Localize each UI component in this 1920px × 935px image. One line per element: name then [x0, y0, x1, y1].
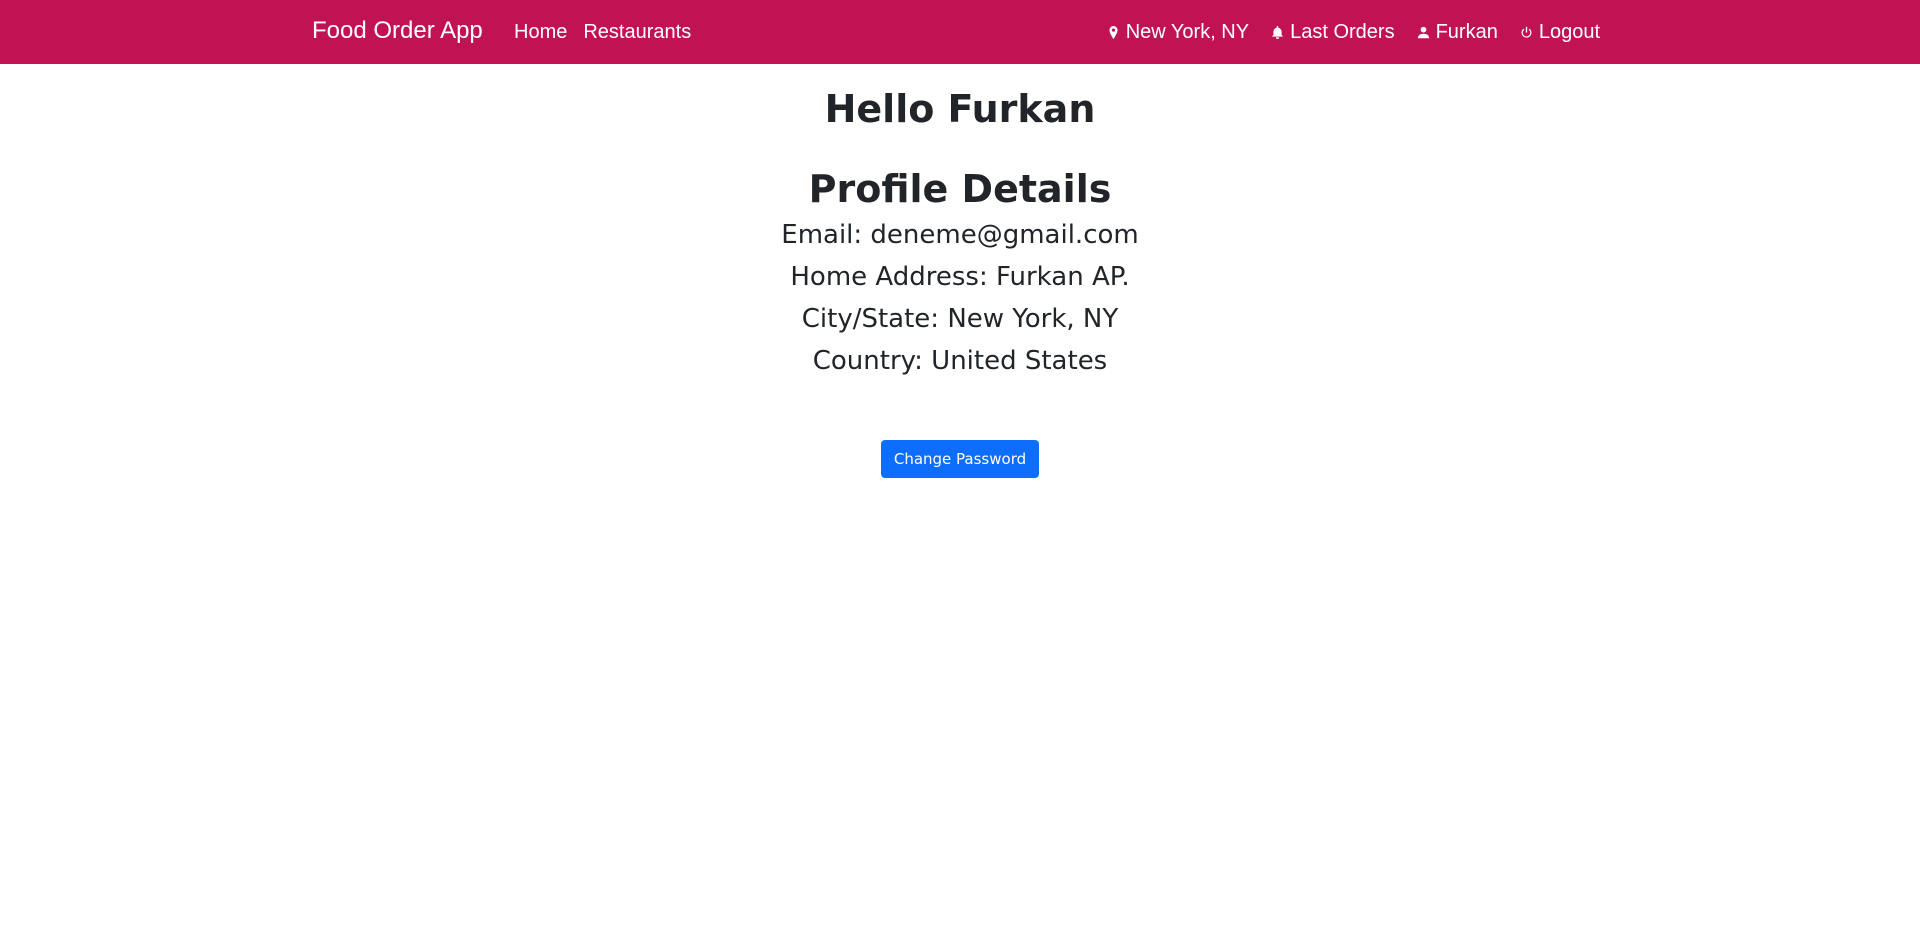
nav-home-link[interactable]: Home: [514, 19, 567, 45]
country-detail: Country: United States: [812, 346, 1108, 376]
nav-left-links: Home Restaurants: [514, 19, 691, 45]
nav-last-orders-link[interactable]: Last Orders: [1271, 19, 1395, 45]
nav-location-link[interactable]: New York, NY: [1107, 19, 1249, 45]
nav-right-links: New York, NY Last Orders Furkan Logout: [1107, 19, 1600, 45]
top-navbar: Food Order App Home Restaurants New York…: [0, 0, 1920, 64]
home-address-detail: Home Address: Furkan AP.: [790, 262, 1130, 292]
brand-link[interactable]: Food Order App: [312, 16, 483, 46]
greeting-heading: Hello Furkan: [824, 87, 1096, 131]
email-detail: Email: deneme@gmail.com: [781, 220, 1139, 250]
user-icon: [1417, 26, 1429, 38]
nav-logout-link[interactable]: Logout: [1520, 19, 1600, 45]
nav-profile-link[interactable]: Furkan: [1417, 19, 1498, 45]
change-password-button[interactable]: Change Password: [880, 440, 1040, 478]
profile-content: Hello Furkan Profile Details Email: dene…: [0, 64, 1920, 478]
nav-last-orders-label: Last Orders: [1290, 21, 1395, 43]
power-icon: [1521, 26, 1532, 38]
location-pin-icon: [1109, 25, 1118, 39]
nav-restaurants-link[interactable]: Restaurants: [583, 19, 691, 45]
city-state-detail: City/State: New York, NY: [801, 304, 1119, 334]
profile-details: Email: deneme@gmail.com Home Address: Fu…: [0, 214, 1920, 382]
bell-icon: [1272, 25, 1283, 39]
nav-logout-label: Logout: [1538, 21, 1600, 43]
nav-location-label: New York, NY: [1125, 21, 1250, 43]
profile-details-heading: Profile Details: [808, 167, 1112, 211]
nav-profile-label: Furkan: [1435, 21, 1498, 43]
